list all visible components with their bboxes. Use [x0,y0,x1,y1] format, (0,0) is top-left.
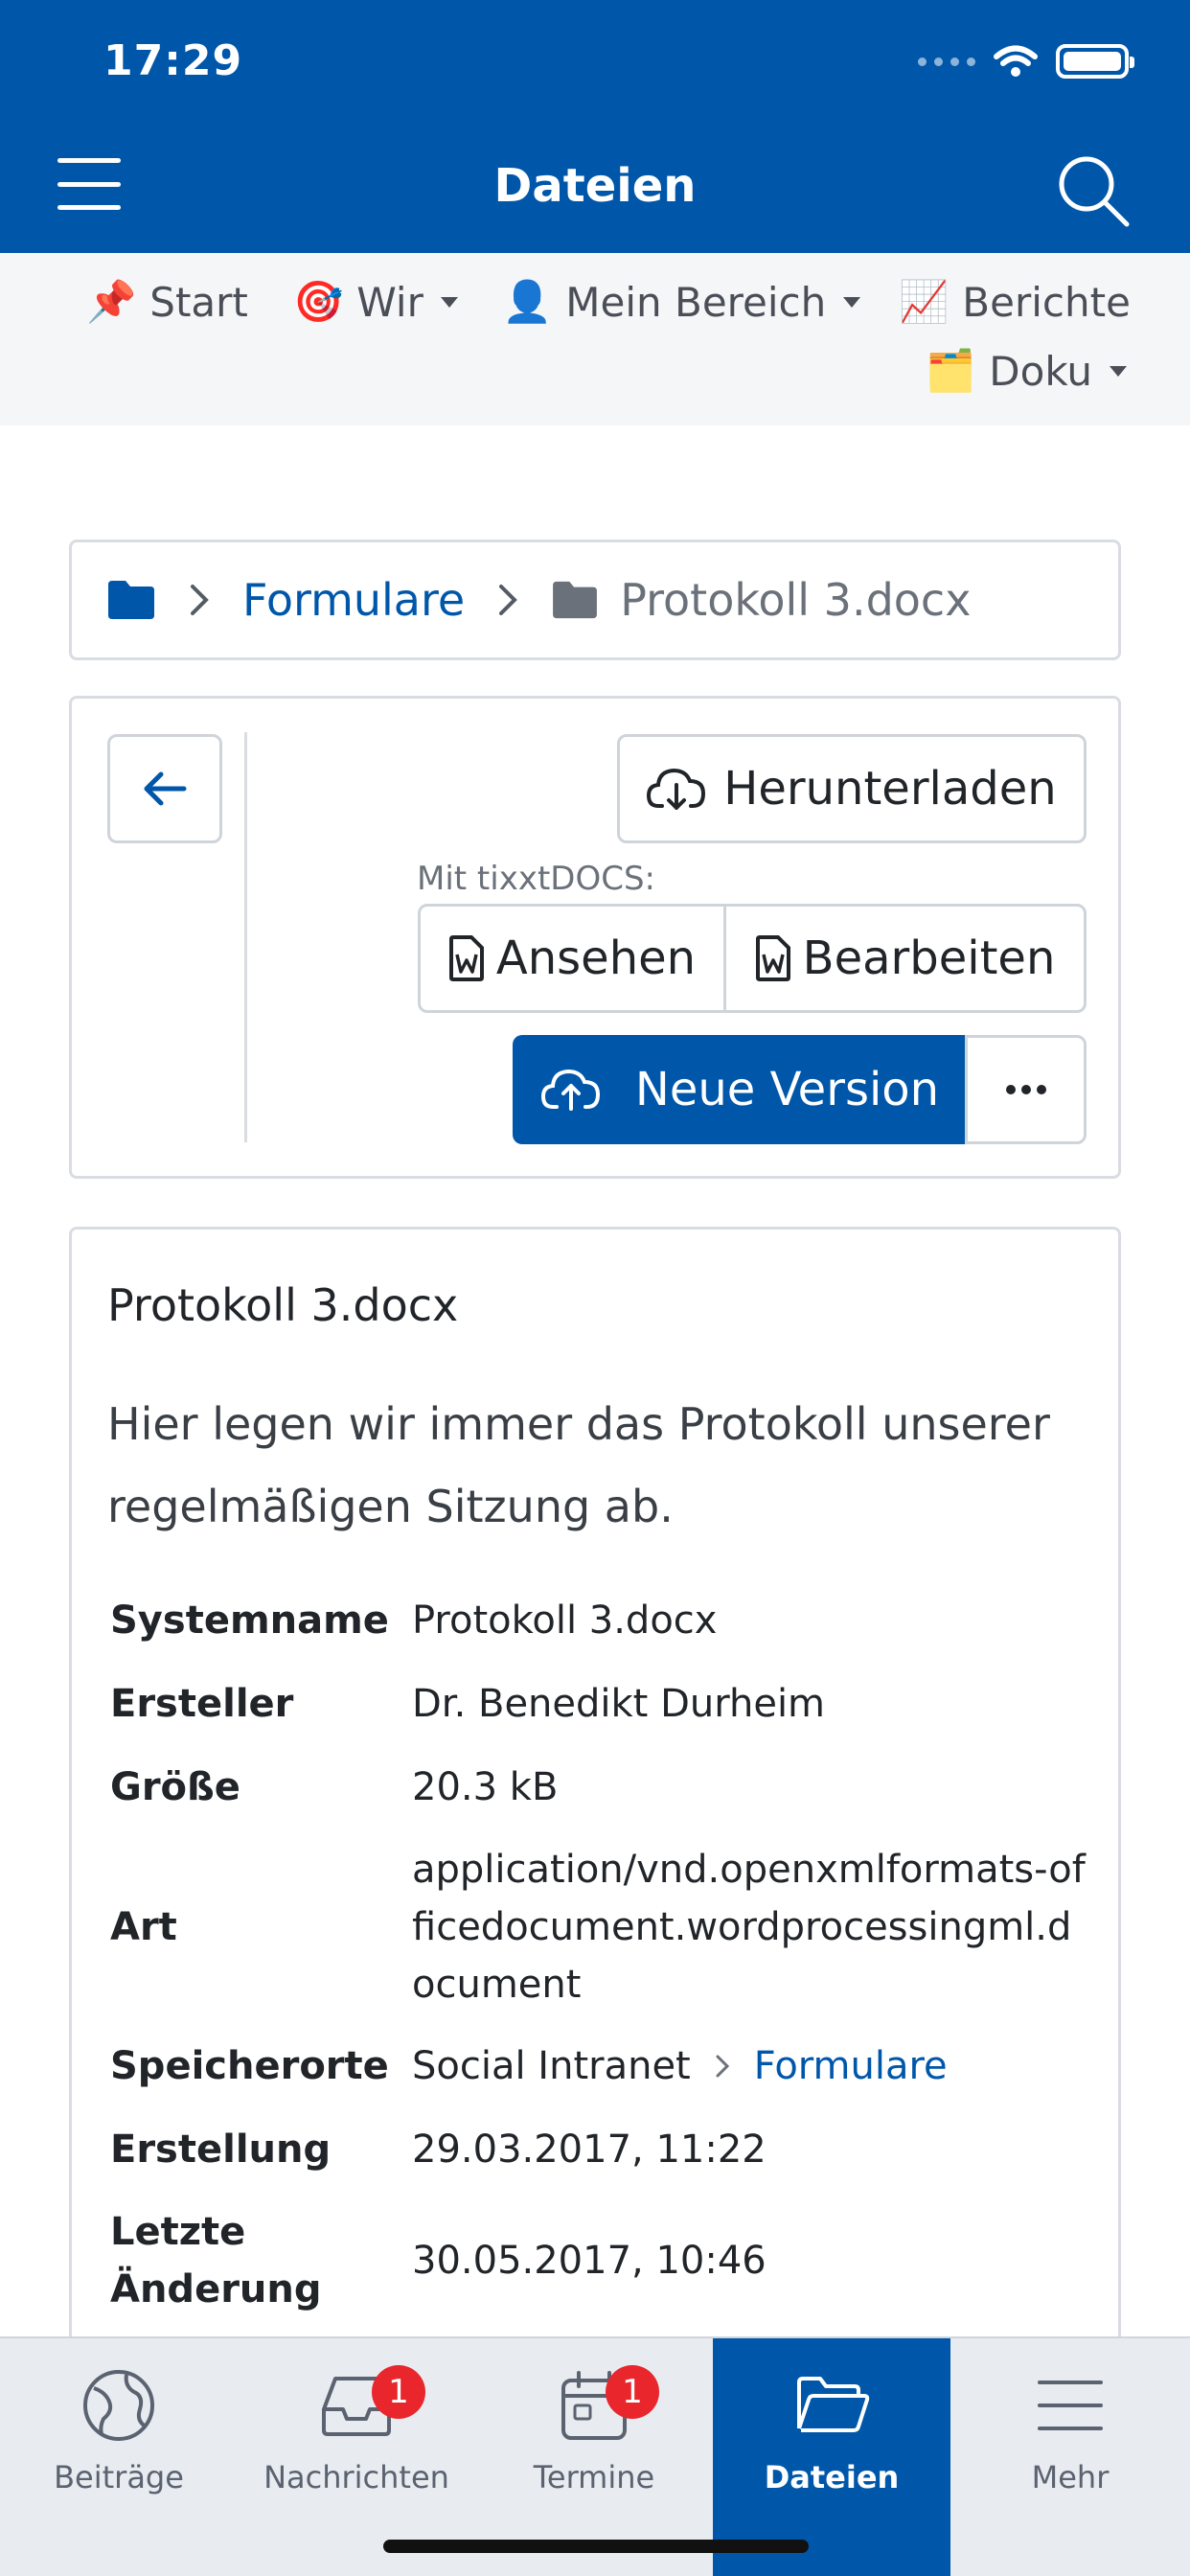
top-navigation: 📌 Start 🎯 Wir 👤 Mein Bereich 📈 Berichte … [0,253,1190,426]
wifi-icon [994,45,1038,77]
file-title: Protokoll 3.docx [107,1279,459,1331]
chevron-right-icon [499,585,518,615]
nav-item-berichte[interactable]: 📈 Berichte [899,278,1131,326]
folder-open-icon [797,2377,870,2432]
cellular-signal-icon [918,57,975,66]
chevron-right-icon [191,585,209,615]
target-icon: 🎯 [293,278,344,325]
file-actions-card: Herunterladen Mit tixxtDOCS: Ansehen Bea… [69,696,1121,1179]
caret-down-icon [1109,365,1127,377]
tixxtdocs-label: Mit tixxtDOCS: [417,860,655,898]
detail-row-location: Speicherorte Social Intranet Formulare [110,2037,1087,2095]
nav-item-start[interactable]: 📌 Start [86,278,248,326]
detail-row-systemname: Systemname Protokoll 3.docx [110,1598,718,1643]
notification-badge: 1 [372,2365,425,2419]
more-options-button[interactable] [965,1035,1087,1144]
word-file-icon [448,935,484,981]
detail-row-creator: Ersteller Dr. Benedikt Durheim [110,1675,1087,1733]
status-time: 17:29 [103,36,243,85]
breadcrumb-folder-link[interactable]: Formulare [242,574,465,626]
detail-row-created: Erstellung 29.03.2017, 11:22 [110,2128,767,2172]
notification-badge: 1 [606,2365,659,2419]
folder-icon [553,581,598,619]
breadcrumb: Formulare Protokoll 3.docx [69,540,1121,660]
cloud-upload-icon [540,1069,600,1111]
breadcrumb-current-file: Protokoll 3.docx [620,574,972,626]
menu-icon [1038,2380,1103,2430]
location-root: Social Intranet [412,2044,691,2088]
battery-icon [1056,44,1134,79]
more-horizontal-icon [1005,1085,1046,1094]
arrow-left-icon [144,771,187,806]
cloud-download-icon [647,768,706,810]
creator-link[interactable]: Dr. Benedikt Durheim [412,1675,1087,1733]
tab-mehr[interactable]: Mehr [950,2338,1190,2576]
view-button[interactable]: Ansehen [418,904,726,1013]
search-icon[interactable] [1054,151,1131,228]
new-version-button[interactable]: Neue Version [513,1035,968,1144]
page-title: Dateien [493,159,697,213]
location-folder-link[interactable]: Formulare [754,2037,948,2095]
detail-row-type: Art application/vnd.openxmlformats-offic… [110,1848,1086,2007]
nav-item-mein-bereich[interactable]: 👤 Mein Bereich [502,278,861,326]
caret-down-icon [440,296,458,308]
caret-down-icon [843,296,861,308]
pin-icon: 📌 [86,278,137,325]
chevron-right-icon [716,2055,729,2078]
file-description: Hier legen wir immer das Protokoll unser… [107,1398,1050,1532]
file-box-icon: 🗂️ [926,347,976,394]
download-button[interactable]: Herunterladen [617,734,1087,843]
status-indicators [918,44,1134,79]
detail-row-modified: Letzte Änderung 30.05.2017, 10:46 [110,2210,767,2312]
nav-item-doku[interactable]: 🗂️ Doku [926,347,1127,395]
nav-item-wir[interactable]: 🎯 Wir [293,278,458,326]
divider [244,732,247,1142]
folder-icon[interactable] [106,579,156,621]
tab-beitraege[interactable]: Beiträge [0,2338,238,2576]
word-file-icon [755,935,790,981]
globe-icon [83,2370,154,2441]
detail-row-size: Größe 20.3 kB [110,1765,559,1809]
chart-icon: 📈 [899,278,950,325]
app-header: 17:29 Dateien [0,0,1190,253]
edit-button[interactable]: Bearbeiten [723,904,1087,1013]
home-indicator [383,2540,809,2553]
user-icon: 👤 [502,278,553,325]
back-button[interactable] [107,734,222,843]
